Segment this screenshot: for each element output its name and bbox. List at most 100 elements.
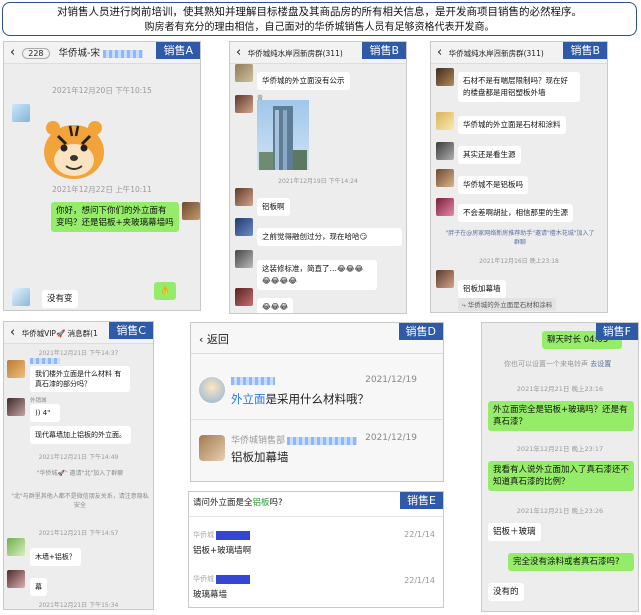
timestamp: 2021年12月21日 晚上23:17	[516, 445, 604, 453]
quoted-text: 华侨城的外立面是石材和涂料	[467, 301, 553, 309]
avatar-member	[436, 112, 454, 130]
sender-name: 华侨城	[193, 574, 250, 584]
message-received: 幕	[30, 578, 47, 596]
intro-line-2: 购房者有充分的理由相信，自己面对的华侨城销售人员有足够资格代表开发商。	[144, 22, 495, 33]
message-received: 我们楼外立面是什么材料 有真石漆的部分吗？	[30, 366, 130, 392]
reply-text: 玻璃幕墙	[193, 590, 228, 600]
avatar-member	[436, 169, 454, 187]
message-received: 华侨城的外立面是石材和涂料	[458, 116, 566, 134]
timestamp: 2021年12月16日 晚上23:18	[479, 258, 559, 265]
redacted-name	[287, 436, 358, 445]
tiger-sticker	[40, 116, 108, 182]
tag-sales-b: 销售B	[563, 42, 607, 59]
avatar-member	[235, 188, 253, 206]
avatar-member	[7, 398, 25, 416]
system-notice: "华侨城🚀" 邀请"北"加入了群聊	[36, 470, 124, 477]
avatar-member	[235, 250, 253, 268]
voice-message[interactable]: )) 4"	[30, 404, 60, 422]
ringtone-notice: 你也可以设置一个来电铃声 去设置	[504, 360, 612, 368]
redacted-name	[216, 574, 250, 584]
message-received: 铝板＋玻璃	[488, 523, 541, 541]
message-received: 石材不是有喘层限制吗？现在好的楼盘都是用铝塑板外墙	[458, 72, 580, 102]
question-text: 请问外立面是全铝板吗?	[193, 498, 283, 508]
avatar-member	[436, 270, 454, 288]
avatar-sales	[12, 288, 30, 306]
chat-title: 华侨城VIP🚀 消息群(1	[21, 329, 98, 338]
timestamp: 2021年12月22日 上午10:11	[52, 185, 152, 194]
quoted-message: ⤷ 华侨城的外立面是石材和涂料	[458, 298, 557, 311]
message-received: 现代幕墙加上铝板的外立面。	[30, 426, 131, 444]
avatar-member	[7, 360, 25, 378]
avatar-member	[235, 218, 253, 236]
post-date: 2021/12/19	[365, 375, 417, 385]
redacted-name	[30, 358, 60, 364]
message-received: 没有变	[42, 290, 78, 308]
message-received: 没有的	[488, 583, 524, 601]
tag-sales-f: 销售F	[595, 323, 638, 340]
message-received: 之前觉得融创过分，现在哈哈😏	[257, 228, 402, 246]
avatar-member	[436, 198, 454, 216]
timestamp: 2021年12月21日 下午14:57	[38, 530, 119, 537]
avatar-sales	[199, 435, 225, 461]
avatar-member	[235, 64, 253, 82]
voice-duration: 4"	[42, 409, 51, 417]
sender-name: 华侨城	[193, 530, 250, 540]
timestamp: 2021年12月19日 下午14:24	[278, 178, 358, 185]
avatar-member	[436, 68, 454, 86]
back-arrow-icon[interactable]: ‹	[437, 45, 442, 60]
avatar-member	[235, 288, 253, 306]
building-photo	[257, 100, 309, 170]
timestamp: 2021年12月21日 下午14:37	[38, 350, 119, 357]
chat-title: 华侨城-宋	[58, 48, 100, 59]
message-received: 华侨城的外立面没有公示	[257, 72, 350, 90]
back-arrow-icon[interactable]: ‹	[10, 45, 15, 60]
redacted-name	[216, 530, 250, 540]
sender-name: 外销城	[30, 398, 47, 404]
answer-text: 铝板加幕墙	[231, 450, 289, 464]
question-text: 外立面是采用什么材料哦？	[231, 391, 369, 407]
avatar-member	[235, 95, 253, 113]
message-received: 😂😂😂	[257, 298, 294, 313]
redacted-name	[103, 49, 144, 58]
message-received: 其实还是看生源	[458, 146, 521, 164]
system-notice: "胖子在@房家网络新房推荐助手"邀请"檀木花城"加入了群聊	[445, 230, 595, 246]
chat-title: 华侨城纯水岸🈷新房群(311)	[448, 49, 544, 58]
message-sent: 完全没有涂料或者真石漆吗?	[508, 553, 634, 571]
tag-sales-b: 销售B	[362, 42, 406, 59]
avatar-member	[436, 142, 454, 160]
reply-date: 22/1/14	[404, 530, 435, 539]
ringtone-settings-link[interactable]: 去设置	[590, 360, 611, 368]
message-sent: 你好，想问下你们的外立面有变吗？还是铝板+夹玻璃幕墙吗	[51, 202, 179, 232]
timestamp: 2021年12月21日 晚上23:26	[516, 507, 604, 515]
message-sent: 外立面完全是铝板+玻璃吗？还是有真石漆？	[488, 401, 634, 431]
message-received: 木墙+铝板？	[30, 548, 81, 566]
chat-title: 华侨城纯水岸🈷新房群(311)	[247, 49, 343, 58]
panel-sales-a: 销售A ‹ 228 华侨城-宋 2021年12月20日 下午10:15 2021…	[3, 41, 201, 311]
message-received: 铝板加幕墙	[458, 280, 506, 298]
sender-name: 华侨城销售部	[231, 433, 358, 446]
post-date: 2021/12/19	[365, 433, 417, 443]
avatar-member	[7, 538, 25, 556]
redacted-name	[231, 377, 275, 385]
panel-sales-e: 销售E 请问外立面是全铝板吗? 华侨城 22/1/14 铝板+玻璃墙啊 华侨城 …	[188, 491, 444, 608]
panel-sales-b-2: 销售B ‹ 华侨城纯水岸🈷新房群(311) 石材不是有喘层限制吗？现在好的楼盘都…	[430, 41, 608, 313]
intro-line-1: 对销售人员进行岗前培训，使其熟知并理解目标楼盘及其商品房的所有相关信息，是开发商…	[57, 6, 582, 18]
tag-sales-e: 销售E	[400, 492, 443, 509]
unread-badge[interactable]: 228	[22, 48, 50, 59]
panel-sales-d: 销售D ‹ 返回 2021/12/19 外立面是采用什么材料哦？ 华侨城销售部 …	[190, 322, 444, 482]
back-arrow-icon[interactable]: ‹	[10, 325, 15, 340]
question-highlight: 铝板	[252, 498, 270, 508]
message-received: 这装修标准，简直了…😂😂😂😂😂😂😂	[257, 260, 377, 290]
voice-icon: ))	[35, 409, 43, 417]
panel-sales-b-1: 销售B ‹ 华侨城纯水岸🈷新房群(311) 华侨城的外立面没有公示 黄 2021…	[229, 41, 407, 314]
message-received: 不会差啊胡扯，相信那里的生源	[458, 204, 573, 222]
avatar-member	[7, 570, 25, 588]
timestamp: 2021年12月21日 下午15:34	[38, 602, 119, 609]
reply-date: 22/1/14	[404, 576, 435, 585]
avatar-user	[12, 104, 30, 122]
question-rest: 是采用什么材料哦？	[265, 392, 370, 406]
back-button[interactable]: ‹ 返回	[199, 331, 229, 347]
back-arrow-icon[interactable]: ‹	[236, 45, 241, 60]
back-arrow-icon: ‹	[199, 333, 207, 346]
tag-sales-d: 销售D	[398, 323, 443, 340]
